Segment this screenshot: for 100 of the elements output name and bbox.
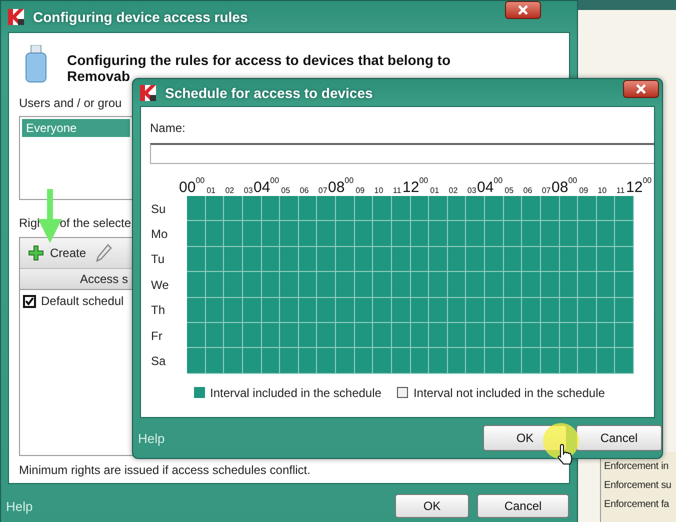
schedule-cell[interactable] (262, 348, 280, 374)
list-item[interactable]: Enforcement in (604, 461, 668, 473)
schedule-cell[interactable] (466, 322, 485, 348)
schedule-cell[interactable] (578, 298, 597, 323)
schedule-cell[interactable] (466, 298, 485, 323)
schedule-cell[interactable] (429, 348, 448, 374)
schedule-cell[interactable] (354, 272, 374, 298)
schedule-cell[interactable] (522, 348, 541, 374)
schedule-cell[interactable] (522, 298, 541, 323)
schedule-cell[interactable] (336, 348, 355, 374)
schedule-cell[interactable] (504, 196, 522, 222)
schedule-cell[interactable] (317, 298, 336, 323)
schedule-cell[interactable] (298, 272, 318, 298)
schedule-cell[interactable] (280, 221, 299, 247)
schedule-cell[interactable] (224, 246, 243, 272)
schedule-cell[interactable] (504, 221, 522, 247)
schedule-cell[interactable] (504, 272, 522, 298)
schedule-cell[interactable] (298, 246, 318, 272)
schedule-cell[interactable] (187, 348, 206, 374)
schedule-cell[interactable] (187, 272, 206, 298)
schedule-cell[interactable] (466, 272, 485, 298)
schedule-cell[interactable] (242, 246, 262, 272)
schedule-cell[interactable] (336, 221, 355, 247)
schedule-cell[interactable] (596, 246, 616, 272)
schedule-cell[interactable] (206, 272, 224, 298)
schedule-cell[interactable] (522, 322, 541, 348)
schedule-cell[interactable] (429, 196, 448, 222)
schedule-cell[interactable] (596, 272, 616, 298)
schedule-cell[interactable] (578, 348, 597, 374)
schedule-cell[interactable] (317, 348, 336, 374)
schedule-cell[interactable] (262, 221, 280, 247)
schedule-cell[interactable] (560, 221, 578, 247)
schedule-cell[interactable] (596, 322, 616, 348)
schedule-cell[interactable] (448, 272, 466, 298)
schedule-cell[interactable] (615, 322, 634, 348)
schedule-cell[interactable] (373, 348, 392, 374)
schedule-cell[interactable] (373, 272, 392, 298)
schedule-cell[interactable] (392, 348, 410, 374)
schedule-cell[interactable] (504, 348, 522, 374)
schedule-cell[interactable] (540, 298, 560, 323)
schedule-cell[interactable] (392, 196, 410, 222)
schedule-cell[interactable] (224, 322, 243, 348)
schedule-cell[interactable] (429, 298, 448, 323)
schedule-cell[interactable] (298, 322, 318, 348)
schedule-cell[interactable] (317, 322, 336, 348)
schedule-cell[interactable] (596, 221, 616, 247)
schedule-cell[interactable] (615, 246, 634, 272)
schedule-cell[interactable] (262, 322, 280, 348)
schedule-cell[interactable] (466, 246, 485, 272)
schedule-cell[interactable] (280, 246, 299, 272)
schedule-cell[interactable] (206, 196, 224, 222)
schedule-cell[interactable] (596, 298, 616, 323)
schedule-cell[interactable] (373, 196, 392, 222)
close-button[interactable] (623, 80, 659, 98)
schedule-cell[interactable] (429, 246, 448, 272)
schedule-cell[interactable] (429, 272, 448, 298)
schedule-cell[interactable] (187, 322, 206, 348)
list-item[interactable]: Enforcement su (604, 480, 672, 492)
schedule-cell[interactable] (392, 246, 410, 272)
schedule-cell[interactable] (448, 246, 466, 272)
schedule-cell[interactable] (560, 348, 578, 374)
schedule-cell[interactable] (336, 196, 355, 222)
schedule-cell[interactable] (578, 246, 597, 272)
create-button[interactable]: Create (28, 245, 86, 261)
schedule-cell[interactable] (615, 298, 634, 323)
schedule-cell[interactable] (262, 298, 280, 323)
schedule-cell[interactable] (187, 221, 206, 247)
schedule-cell[interactable] (262, 272, 280, 298)
schedule-cell[interactable] (540, 246, 560, 272)
schedule-cell[interactable] (504, 322, 522, 348)
cancel-button[interactable]: Cancel (477, 494, 569, 518)
ok-button[interactable]: OK (395, 494, 469, 518)
schedule-cell[interactable] (336, 246, 355, 272)
schedule-cell[interactable] (392, 221, 410, 247)
schedule-cell[interactable] (578, 322, 597, 348)
schedule-cell[interactable] (410, 298, 430, 323)
schedule-cell[interactable] (485, 246, 504, 272)
schedule-cell[interactable] (373, 246, 392, 272)
schedule-cell[interactable] (336, 322, 355, 348)
schedule-cell[interactable] (466, 196, 485, 222)
schedule-cell[interactable] (522, 221, 541, 247)
schedule-cell[interactable] (280, 298, 299, 323)
schedule-cell[interactable] (262, 246, 280, 272)
schedule-cell[interactable] (373, 298, 392, 323)
schedule-cell[interactable] (392, 272, 410, 298)
schedule-cell[interactable] (448, 348, 466, 374)
schedule-cell[interactable] (410, 348, 430, 374)
schedule-cell[interactable] (187, 298, 206, 323)
schedule-cell[interactable] (206, 298, 224, 323)
schedule-cell[interactable] (317, 246, 336, 272)
schedule-cell[interactable] (224, 221, 243, 247)
schedule-cell[interactable] (298, 196, 318, 222)
schedule-cell[interactable] (560, 246, 578, 272)
schedule-cell[interactable] (522, 246, 541, 272)
schedule-cell[interactable] (560, 196, 578, 222)
schedule-cell[interactable] (540, 322, 560, 348)
schedule-cell[interactable] (392, 298, 410, 323)
schedule-cell[interactable] (317, 272, 336, 298)
schedule-cell[interactable] (242, 196, 262, 222)
schedule-cell[interactable] (504, 298, 522, 323)
